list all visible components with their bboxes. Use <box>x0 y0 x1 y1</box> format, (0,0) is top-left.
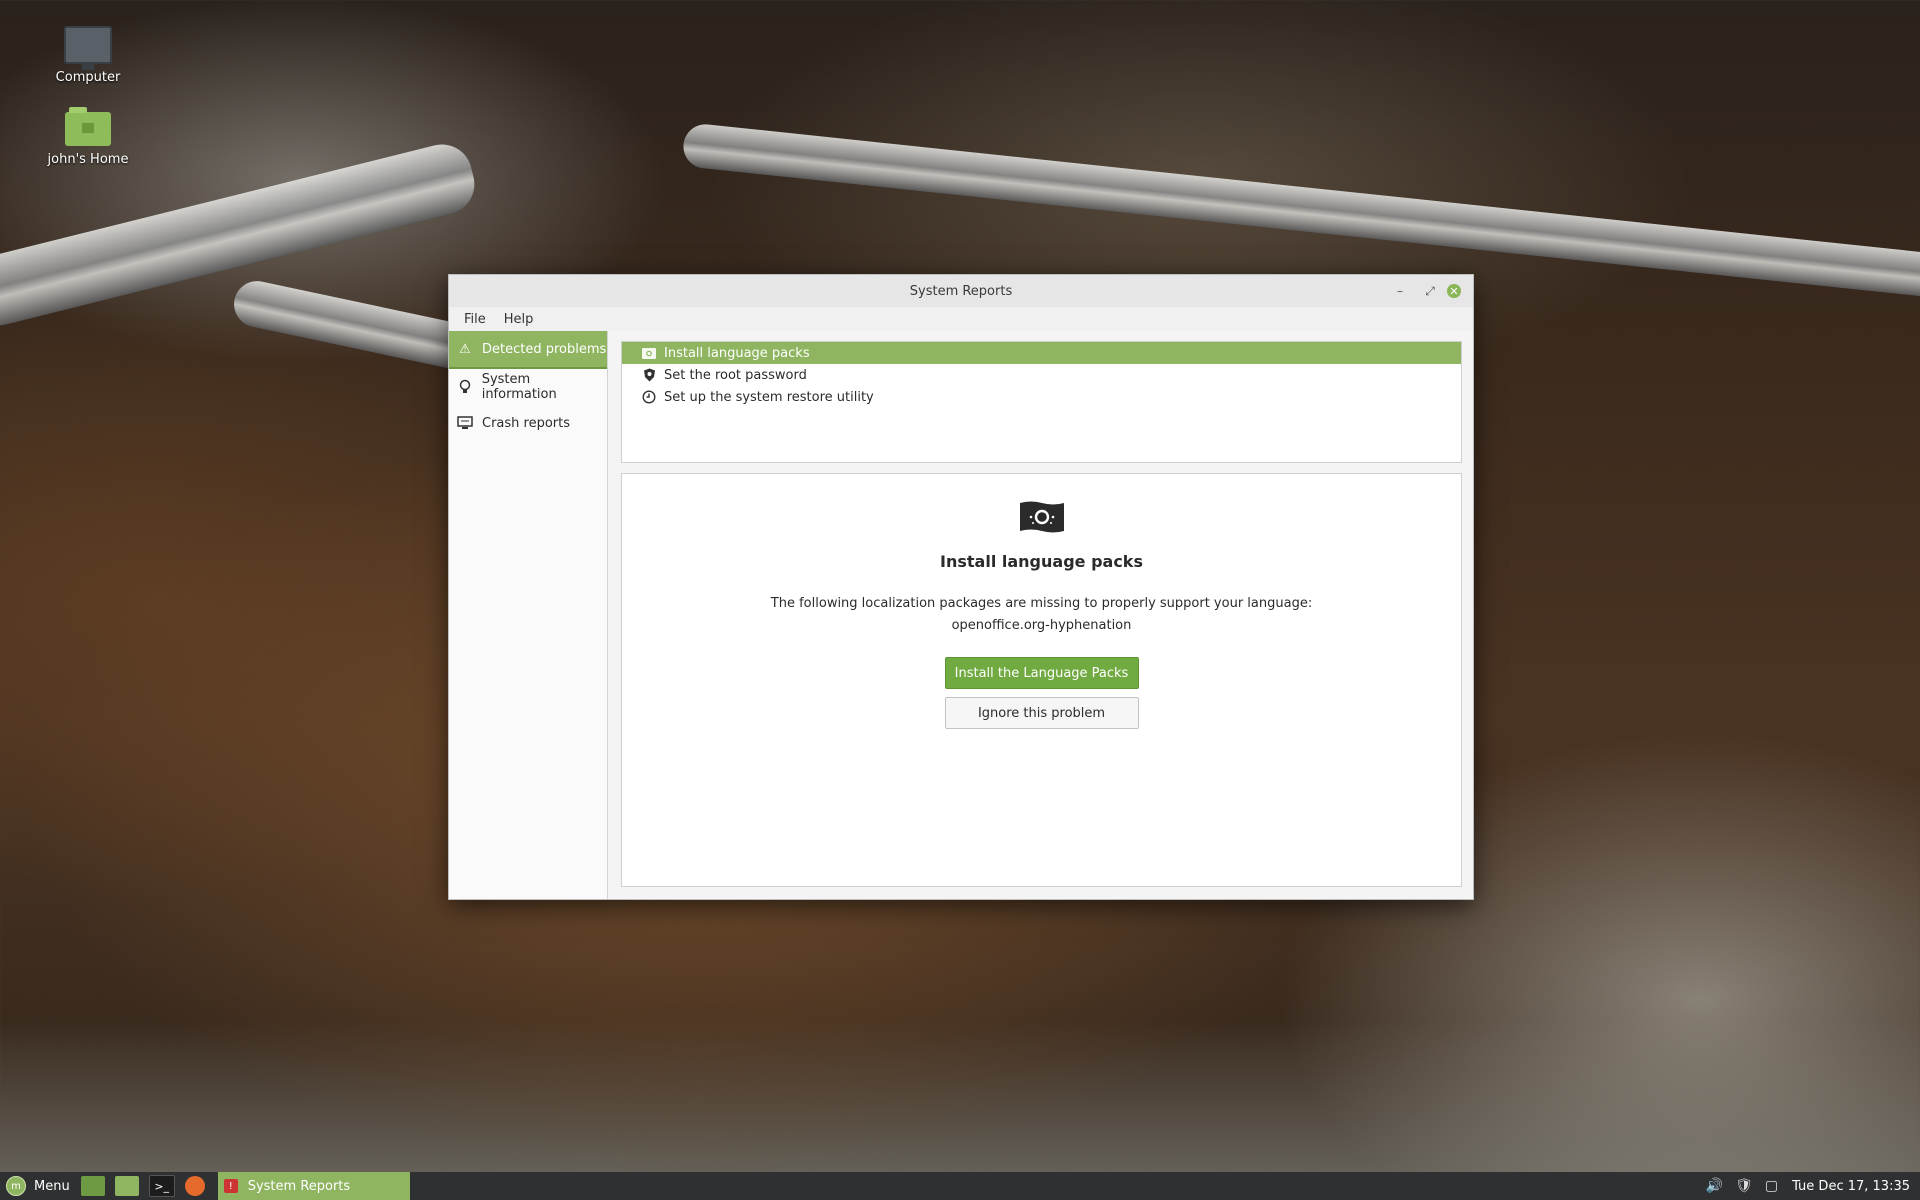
taskbar-item-system-reports[interactable]: ! System Reports <box>217 1172 410 1200</box>
sidebar-item-system-information[interactable]: System information <box>449 369 607 405</box>
description-line: The following localization packages are … <box>770 596 1313 611</box>
sidebar-item-label: Crash reports <box>482 415 571 431</box>
missing-package-name: openoffice.org-hyphenation <box>951 618 1132 633</box>
desktop-icon-home[interactable]: john's Home <box>38 107 138 167</box>
warning-icon: ⚠ <box>459 341 471 357</box>
system-tray: 🔊 🛡 ▢ Tue Dec 17, 13:35 <box>1694 1178 1920 1194</box>
sidebar: ⚠ Detected problems System information C… <box>449 331 608 899</box>
computer-icon <box>64 26 112 70</box>
home-folder-icon <box>65 107 111 146</box>
menu-button[interactable]: m Menu <box>0 1172 76 1200</box>
list-item-set-root-password[interactable]: Set the root password <box>622 364 1461 386</box>
menu-file[interactable]: File <box>455 312 495 327</box>
close-icon[interactable]: ✕ <box>1447 284 1461 298</box>
maximize-icon[interactable]: ⤢ <box>1421 282 1439 300</box>
sidebar-item-label: System information <box>481 372 557 402</box>
list-item-label: Set up the system restore utility <box>664 389 874 405</box>
file-manager-icon[interactable] <box>114 1176 139 1196</box>
clock[interactable]: Tue Dec 17, 13:35 <box>1792 1179 1910 1194</box>
minimize-icon[interactable]: – <box>1391 282 1409 300</box>
language-flag-icon <box>1019 501 1064 533</box>
show-desktop-icon[interactable] <box>80 1176 105 1196</box>
notifications-icon[interactable]: ▢ <box>1765 1178 1778 1194</box>
language-flag-icon <box>642 346 656 360</box>
list-item-label: Set the root password <box>664 367 807 383</box>
menubar: File Help <box>449 307 1473 331</box>
system-reports-window: System Reports – ⤢ ✕ File Help ⚠ Detecte… <box>448 274 1474 900</box>
sidebar-item-detected-problems[interactable]: ⚠ Detected problems <box>449 331 607 369</box>
window-titlebar[interactable]: System Reports – ⤢ ✕ <box>449 275 1473 307</box>
menu-label: Menu <box>34 1178 70 1194</box>
problem-list: Install language packs Set the root pass… <box>621 341 1462 463</box>
desktop-icon-label: john's Home <box>47 152 129 167</box>
taskbar: m Menu >_ ! System Reports 🔊 🛡 ▢ Tue Dec… <box>0 1172 1920 1200</box>
window-title: System Reports <box>909 283 1013 299</box>
taskbar-item-label: System Reports <box>247 1178 351 1194</box>
firefox-icon[interactable] <box>184 1176 205 1196</box>
volume-icon[interactable]: 🔊 <box>1706 1178 1723 1194</box>
update-shield-icon[interactable]: 🛡 <box>1735 1178 1753 1194</box>
desktop-icon-label: Computer <box>55 70 121 85</box>
list-item-install-language-packs[interactable]: Install language packs <box>622 342 1461 364</box>
sidebar-item-label: Detected problems <box>482 341 607 357</box>
lightbulb-icon <box>457 379 473 395</box>
ignore-problem-button[interactable]: Ignore this problem <box>944 697 1139 729</box>
menu-help[interactable]: Help <box>495 312 543 327</box>
problem-detail-panel: Install language packs The following loc… <box>621 473 1462 887</box>
main-content: Install language packs Set the root pass… <box>608 331 1473 899</box>
restore-clock-icon <box>642 390 656 404</box>
install-language-packs-button[interactable]: Install the Language Packs <box>944 657 1139 689</box>
detail-title: Install language packs <box>940 552 1143 571</box>
terminal-icon[interactable]: >_ <box>148 1175 175 1197</box>
mint-logo-icon: m <box>6 1176 26 1196</box>
sidebar-item-crash-reports[interactable]: Crash reports <box>449 405 607 441</box>
shield-icon <box>642 368 656 382</box>
desktop-icon-computer[interactable]: Computer <box>38 26 138 85</box>
system-reports-icon: ! <box>223 1179 238 1193</box>
detail-description: The following localization packages are … <box>771 593 1312 637</box>
list-item-system-restore[interactable]: Set up the system restore utility <box>622 386 1461 408</box>
list-item-label: Install language packs <box>664 345 810 361</box>
monitor-icon <box>457 415 473 431</box>
